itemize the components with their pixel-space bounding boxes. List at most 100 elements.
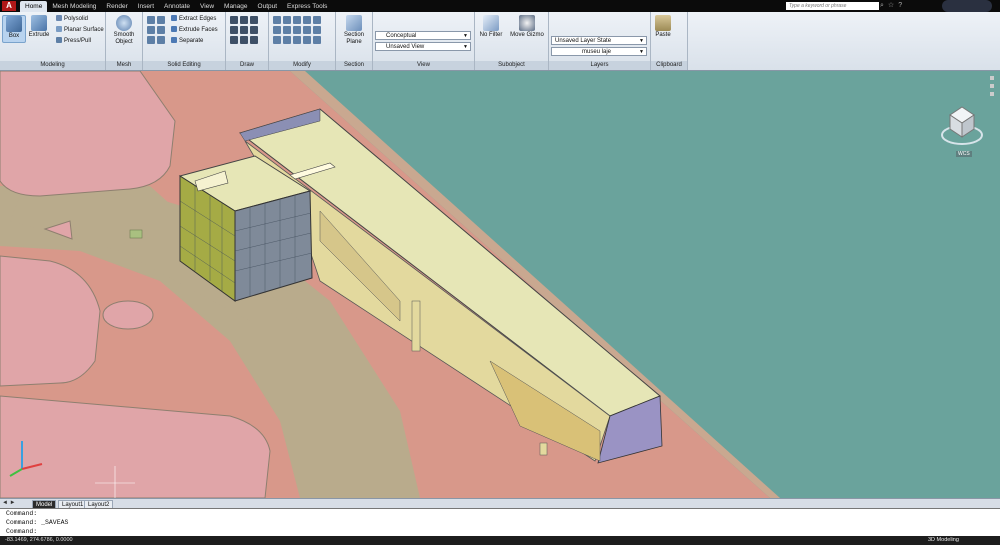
stretch-icon[interactable]: [293, 26, 301, 34]
tab-render[interactable]: Render: [101, 1, 132, 12]
parcel-top-left: [0, 71, 176, 197]
planar-surface-button[interactable]: Planar Surface: [56, 26, 104, 34]
tab-home[interactable]: Home: [20, 1, 48, 12]
spline-icon[interactable]: [250, 26, 258, 34]
modify-tools: [273, 16, 321, 44]
separate-icon: [171, 37, 177, 43]
move-icon[interactable]: [273, 16, 281, 24]
array-icon[interactable]: [303, 26, 311, 34]
hatch-icon[interactable]: [240, 36, 248, 44]
box-button[interactable]: Box: [2, 15, 26, 43]
union-icon[interactable]: [147, 16, 155, 24]
zoom-icon[interactable]: [990, 84, 994, 88]
pan-icon[interactable]: [990, 76, 994, 80]
separate-button[interactable]: Separate: [171, 37, 203, 45]
visual-style-dropdown[interactable]: Conceptual ▼: [375, 31, 471, 40]
command-input[interactable]: Command:: [0, 527, 1000, 536]
clipboard-icon: [655, 15, 671, 31]
workspace-switcher[interactable]: 3D Modeling: [928, 536, 959, 545]
trim-icon[interactable]: [293, 16, 301, 24]
no-filter-button[interactable]: No Filter: [477, 15, 505, 39]
roundabout-island: [102, 300, 154, 330]
tab-scroll-arrows[interactable]: ◄ ►: [2, 500, 16, 506]
ribbon: Box Extrude Polysolid Planar Surface Pre…: [0, 12, 1000, 71]
star-icon[interactable]: ☆: [888, 1, 894, 11]
rectangle-icon[interactable]: [240, 26, 248, 34]
search-icon[interactable]: ⌕: [880, 1, 884, 11]
draw-panel-title[interactable]: Draw: [226, 61, 268, 70]
intersect-icon[interactable]: [147, 26, 155, 34]
section-panel-title[interactable]: Section: [336, 61, 372, 70]
ellipse-icon[interactable]: [230, 36, 238, 44]
extract-edges-button[interactable]: Extract Edges: [171, 15, 216, 23]
app-menu-button[interactable]: A: [2, 1, 16, 11]
paste-button[interactable]: Paste: [653, 15, 673, 39]
layer-dropdown[interactable]: museu laje ▼: [551, 47, 647, 56]
offset-icon[interactable]: [283, 36, 291, 44]
mesh-panel-title[interactable]: Mesh: [106, 61, 142, 70]
modeling-panel-title[interactable]: Modeling: [0, 61, 105, 70]
modeling-panel: Box Extrude Polysolid Planar Surface Pre…: [0, 12, 106, 70]
named-view-dropdown[interactable]: Unsaved View ▼: [375, 42, 471, 51]
press-pull-icon: [56, 37, 62, 43]
tab-output[interactable]: Output: [253, 1, 283, 12]
search-input[interactable]: Type a keyword or phrase: [786, 2, 879, 10]
solid-editing-tools: [147, 16, 165, 44]
rotate-icon[interactable]: [283, 16, 291, 24]
viewcube[interactable]: WCS: [940, 101, 990, 161]
command-window[interactable]: Command: Command: _SAVEAS Command:: [0, 508, 1000, 537]
arc-icon[interactable]: [250, 16, 258, 24]
align-icon[interactable]: [313, 16, 321, 24]
ribbon-tabs: Home Mesh Modeling Render Insert Annotat…: [20, 1, 332, 12]
tab-insert[interactable]: Insert: [133, 1, 159, 12]
modify-panel-title[interactable]: Modify: [269, 61, 335, 70]
subobject-panel-title[interactable]: Subobject: [475, 61, 548, 70]
support-column: [411, 300, 421, 352]
polyline-icon[interactable]: [240, 16, 248, 24]
tab-express-tools[interactable]: Express Tools: [282, 1, 332, 12]
copy-icon[interactable]: [273, 26, 281, 34]
polysolid-icon: [56, 15, 62, 21]
polysolid-button[interactable]: Polysolid: [56, 15, 88, 23]
join-icon[interactable]: [303, 36, 311, 44]
smooth-object-button[interactable]: Smooth Object: [109, 15, 139, 46]
layers-panel: Unsaved Layer State ▼ museu laje ▼ Layers: [549, 12, 651, 70]
model-viewport[interactable]: WCS: [0, 71, 1000, 498]
clipboard-panel-title[interactable]: Clipboard: [651, 61, 687, 70]
tab-view[interactable]: View: [195, 1, 219, 12]
mirror-icon[interactable]: [283, 26, 291, 34]
orbit-icon[interactable]: [990, 92, 994, 96]
small-green-patch: [129, 229, 143, 239]
wcs-menu[interactable]: WCS: [956, 151, 972, 157]
shell-icon[interactable]: [157, 36, 165, 44]
slice-icon[interactable]: [147, 36, 155, 44]
subtract-icon[interactable]: [157, 16, 165, 24]
solid-editing-panel: Extract Edges Extrude Faces Separate Sol…: [143, 12, 226, 70]
press-pull-button[interactable]: Press/Pull: [56, 37, 91, 45]
section-plane-button[interactable]: Section Plane: [340, 15, 368, 46]
circle-icon[interactable]: [230, 26, 238, 34]
move-gizmo-button[interactable]: Move Gizmo: [509, 15, 545, 39]
view-panel-title[interactable]: View: [373, 61, 474, 70]
chamfer-icon[interactable]: [313, 36, 321, 44]
help-icon[interactable]: ?: [898, 1, 902, 11]
tab-manage[interactable]: Manage: [219, 1, 253, 12]
erase-icon[interactable]: [313, 26, 321, 34]
solid-editing-panel-title[interactable]: Solid Editing: [143, 61, 225, 70]
layers-panel-title[interactable]: Layers: [549, 61, 650, 70]
explode-icon[interactable]: [293, 36, 301, 44]
layer-state-dropdown[interactable]: Unsaved Layer State ▼: [551, 36, 647, 45]
extrude-faces-button[interactable]: Extrude Faces: [171, 26, 218, 34]
coordinate-readout[interactable]: -83.1469, 274.6786, 0.0000: [5, 536, 73, 545]
extrude-button[interactable]: Extrude: [27, 15, 51, 39]
tab-annotate[interactable]: Annotate: [159, 1, 195, 12]
title-bar: A Home Mesh Modeling Render Insert Annot…: [0, 0, 1000, 12]
line-icon[interactable]: [230, 16, 238, 24]
fillet-icon[interactable]: [303, 16, 311, 24]
region-icon[interactable]: [250, 36, 258, 44]
scale-icon[interactable]: [273, 36, 281, 44]
tab-mesh-modeling[interactable]: Mesh Modeling: [47, 1, 101, 12]
chevron-down-icon: ▼: [639, 49, 644, 55]
filter-icon: [483, 15, 499, 31]
interfere-icon[interactable]: [157, 26, 165, 34]
